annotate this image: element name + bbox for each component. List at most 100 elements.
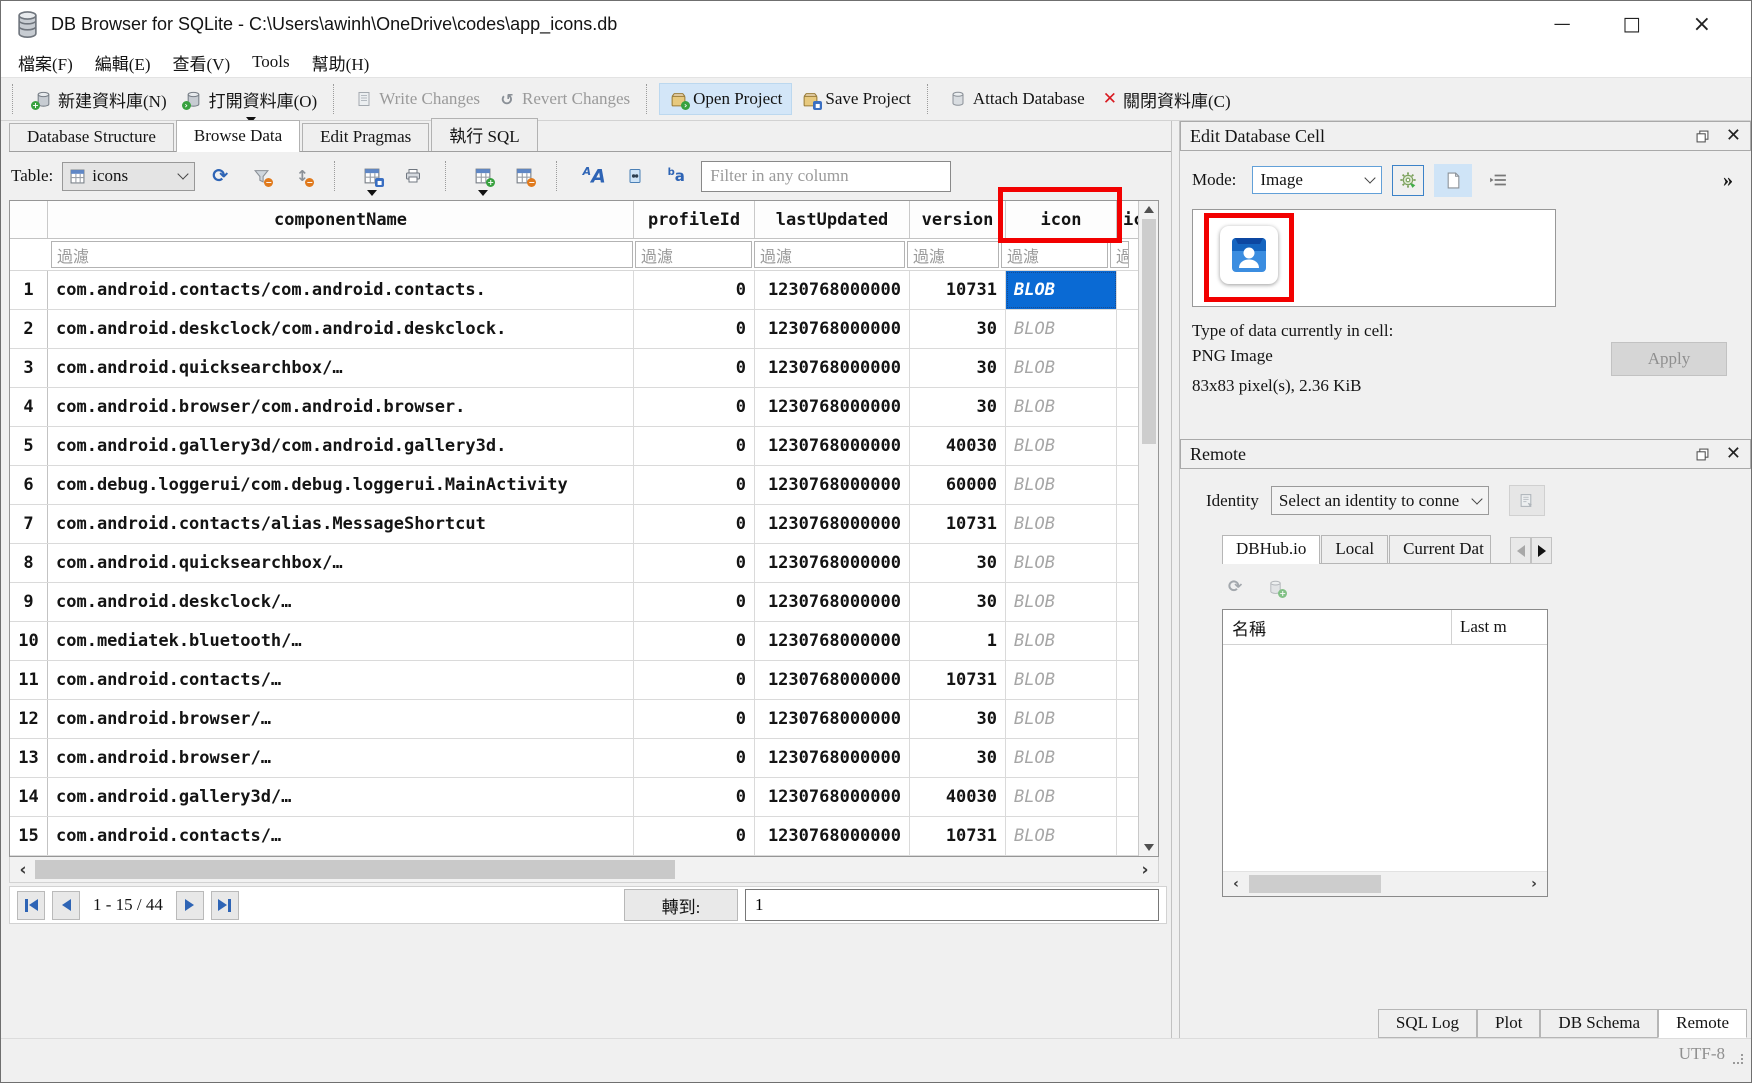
cell-version[interactable]: 30 [910, 349, 1006, 387]
save-view-dropdown-caret[interactable] [367, 190, 377, 196]
filter-cell-icon[interactable]: 過濾 [1001, 241, 1108, 268]
print-button[interactable] [397, 160, 429, 192]
remote-list-body[interactable] [1223, 645, 1547, 871]
delete-record-button[interactable]: − [508, 160, 540, 192]
goto-record-button[interactable]: 轉到: [624, 889, 738, 921]
column-header-componentName[interactable]: componentName [48, 201, 634, 238]
cell-lastUpdated[interactable]: 1230768000000 [755, 388, 910, 426]
cell-profileId[interactable]: 0 [634, 466, 755, 504]
menu-item[interactable]: Tools [241, 50, 301, 74]
cell-profileId[interactable]: 0 [634, 271, 755, 309]
cell-profileId[interactable]: 0 [634, 349, 755, 387]
cell-version[interactable]: 40030 [910, 778, 1006, 816]
row-number[interactable]: 1 [10, 271, 48, 309]
remote-tab-local[interactable]: Local [1321, 535, 1388, 563]
row-number[interactable]: 6 [10, 466, 48, 504]
text-view-button[interactable] [1434, 164, 1472, 197]
row-number[interactable]: 5 [10, 427, 48, 465]
row-number[interactable]: 13 [10, 739, 48, 777]
tab-scroll-right-button[interactable] [1531, 537, 1552, 564]
refresh-button[interactable]: ⟳ [204, 160, 236, 192]
cell-componentName[interactable]: com.android.quicksearchbox/… [48, 544, 634, 582]
cell-componentName[interactable]: com.android.browser/… [48, 700, 634, 738]
filter-cell-clipped[interactable]: 過濾 [1110, 241, 1129, 268]
cell-lastUpdated[interactable]: 1230768000000 [755, 310, 910, 348]
menu-item[interactable]: 編輯(E) [84, 48, 162, 77]
tab-scroll-left-button[interactable] [1510, 537, 1531, 564]
row-number[interactable]: 7 [10, 505, 48, 543]
remote-tab-dbhub-io[interactable]: DBHub.io [1222, 535, 1320, 564]
apply-button[interactable]: Apply [1611, 342, 1727, 376]
cell-version[interactable]: 30 [910, 544, 1006, 582]
cell-version[interactable]: 30 [910, 310, 1006, 348]
cell-profileId[interactable]: 0 [634, 505, 755, 543]
word-wrap-button[interactable] [1482, 165, 1514, 196]
cell-icon-blob[interactable]: BLOB [1006, 544, 1117, 582]
find-in-table-button[interactable] [619, 160, 651, 192]
cell-version[interactable]: 10731 [910, 505, 1006, 543]
cell-componentName[interactable]: com.mediatek.bluetooth/… [48, 622, 634, 660]
horizontal-scrollbar[interactable]: ‹ › [9, 857, 1159, 883]
cell-icon-blob[interactable]: BLOB [1006, 349, 1117, 387]
scroll-up-icon[interactable] [1144, 206, 1154, 213]
cell-version[interactable]: 60000 [910, 466, 1006, 504]
toolbar-overflow-icon[interactable]: » [1723, 169, 1739, 192]
insert-record-dropdown-caret[interactable] [478, 190, 488, 196]
cell-icon-blob[interactable]: BLOB [1006, 739, 1117, 777]
cell-componentName[interactable]: com.android.deskclock/… [48, 583, 634, 621]
cell-profileId[interactable]: 0 [634, 544, 755, 582]
cell-profileId[interactable]: 0 [634, 661, 755, 699]
cell-icon-blob[interactable]: BLOB [1006, 778, 1117, 816]
cell-icon-blob[interactable]: BLOB [1006, 388, 1117, 426]
remote-list-scrollbar[interactable]: ‹ › [1223, 871, 1547, 896]
cell-icon-blob[interactable]: BLOB [1006, 622, 1117, 660]
encoding-label[interactable]: UTF-8 [1679, 1044, 1725, 1064]
dock-tab-db-schema[interactable]: DB Schema [1540, 1009, 1658, 1038]
cell-clipped[interactable] [1117, 310, 1138, 348]
scroll-left-icon[interactable]: ‹ [14, 860, 32, 880]
last-record-button[interactable] [211, 891, 239, 920]
cell-componentName[interactable]: com.android.gallery3d/… [48, 778, 634, 816]
minimize-button[interactable]: — [1554, 14, 1571, 34]
menu-item[interactable]: 幫助(H) [301, 48, 381, 77]
cell-componentName[interactable]: com.android.browser/com.android.browser. [48, 388, 634, 426]
tab-執行-sql[interactable]: 執行 SQL [431, 118, 537, 151]
revert-changes-button[interactable]: ↺ Revert Changes [489, 84, 639, 114]
cell-componentName[interactable]: com.android.browser/… [48, 739, 634, 777]
filter-cell-componentName[interactable]: 過濾 [51, 241, 633, 268]
row-number[interactable]: 2 [10, 310, 48, 348]
mode-select[interactable]: Image [1252, 166, 1382, 194]
cell-lastUpdated[interactable]: 1230768000000 [755, 544, 910, 582]
scroll-right-icon[interactable]: › [1525, 876, 1543, 892]
remote-tab-current-dat[interactable]: Current Dat [1389, 535, 1491, 563]
cell-lastUpdated[interactable]: 1230768000000 [755, 661, 910, 699]
cell-version[interactable]: 30 [910, 388, 1006, 426]
cell-lastUpdated[interactable]: 1230768000000 [755, 700, 910, 738]
cell-icon-blob[interactable]: BLOB [1006, 583, 1117, 621]
cell-componentName[interactable]: com.android.quicksearchbox/… [48, 349, 634, 387]
cell-lastUpdated[interactable]: 1230768000000 [755, 466, 910, 504]
column-header-clipped[interactable]: ic [1117, 201, 1138, 238]
clear-filters-button[interactable]: − [245, 160, 277, 192]
row-number[interactable]: 14 [10, 778, 48, 816]
cell-profileId[interactable]: 0 [634, 700, 755, 738]
vertical-scrollbar[interactable] [1138, 201, 1158, 856]
cell-clipped[interactable] [1117, 271, 1138, 309]
cell-clipped[interactable] [1117, 388, 1138, 426]
column-header-profileId[interactable]: profileId [634, 201, 755, 238]
cell-lastUpdated[interactable]: 1230768000000 [755, 817, 910, 855]
table-select[interactable]: icons [62, 162, 195, 191]
cell-clipped[interactable] [1117, 778, 1138, 816]
cell-componentName[interactable]: com.android.contacts/com.android.contact… [48, 271, 634, 309]
replace-button[interactable]: ba [660, 160, 692, 192]
float-panel-icon[interactable] [1696, 129, 1710, 143]
remote-scrollbar-thumb[interactable] [1249, 875, 1381, 893]
cell-clipped[interactable] [1117, 505, 1138, 543]
cell-version[interactable]: 10731 [910, 817, 1006, 855]
cell-componentName[interactable]: com.android.contacts/… [48, 817, 634, 855]
column-header-icon[interactable]: icon [1006, 201, 1117, 238]
row-number[interactable]: 8 [10, 544, 48, 582]
panel-splitter[interactable] [1171, 121, 1180, 1038]
cell-clipped[interactable] [1117, 349, 1138, 387]
identity-select[interactable]: Select an identity to conne [1271, 486, 1489, 515]
